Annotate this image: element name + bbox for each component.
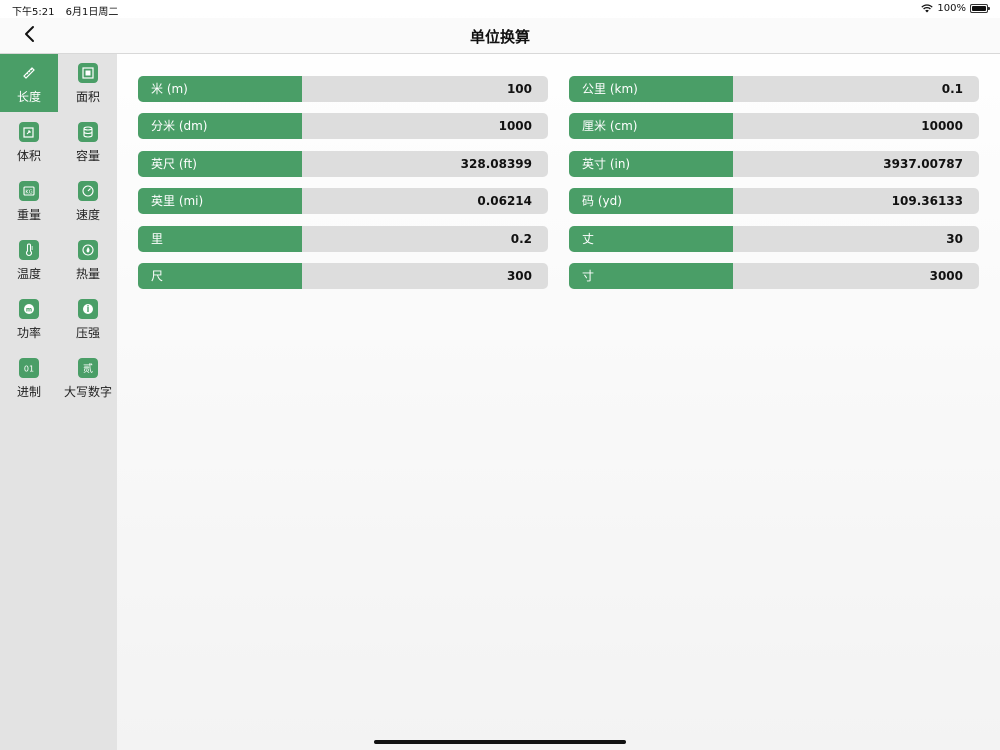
unit-value-field[interactable]: 0.06214 [302, 188, 548, 214]
status-right: 100% [921, 3, 990, 14]
unit-label: 英尺 (ft) [138, 151, 302, 177]
volume-icon [19, 122, 39, 142]
wifi-icon [921, 4, 934, 13]
page-title: 单位换算 [469, 28, 530, 46]
unit-value-field[interactable]: 300 [302, 263, 548, 289]
unit-row-chi[interactable]: 尺 300 [138, 263, 548, 289]
unit-row-meter[interactable]: 米 (m) 100 [138, 76, 548, 102]
unit-value-field[interactable]: 100 [302, 76, 548, 102]
unit-value-field[interactable]: 0.2 [302, 226, 548, 252]
ruler-icon [19, 63, 39, 83]
status-date: 6月1日周二 [65, 7, 119, 18]
unit-value-field[interactable]: 3937.00787 [733, 151, 979, 177]
unit-value-field[interactable]: 0.1 [733, 76, 979, 102]
battery-percent: 100% [937, 3, 966, 14]
sidebar-item-label: 大写数字 [63, 385, 112, 399]
unit-value-field[interactable]: 1000 [302, 113, 548, 139]
sidebar-item-base[interactable]: 01 进制 [0, 349, 58, 407]
sidebar-item-label: 速度 [75, 208, 100, 222]
svg-text:m: m [26, 307, 32, 314]
sidebar-item-label: 进制 [16, 385, 41, 399]
sidebar-item-label: 压强 [75, 326, 100, 340]
area-icon [78, 63, 98, 83]
sidebar-item-label: 容量 [75, 149, 100, 163]
unit-label: 英里 (mi) [138, 188, 302, 214]
status-left: 下午5:21 6月1日周二 [12, 3, 126, 18]
unit-label: 厘米 (cm) [569, 113, 733, 139]
sidebar-item-label: 功率 [16, 326, 41, 340]
unit-label: 寸 [569, 263, 733, 289]
sidebar-item-area[interactable]: 面积 [59, 54, 117, 112]
unit-label: 公里 (km) [569, 76, 733, 102]
svg-text:01: 01 [24, 365, 34, 374]
unit-row-zhang[interactable]: 丈 30 [569, 226, 979, 252]
sidebar-item-volume[interactable]: 体积 [0, 113, 58, 171]
weight-icon: KG [19, 181, 39, 201]
sidebar-item-pressure[interactable]: 压强 [59, 290, 117, 348]
unit-row-mile[interactable]: 英里 (mi) 0.06214 [138, 188, 548, 214]
sidebar-item-power[interactable]: m 功率 [0, 290, 58, 348]
sidebar-item-length[interactable]: 长度 [0, 54, 58, 112]
sidebar-item-label: 长度 [16, 90, 41, 104]
unit-value-field[interactable]: 328.08399 [302, 151, 548, 177]
sidebar-item-label: 面积 [75, 90, 100, 104]
sidebar-item-label: 体积 [16, 149, 41, 163]
svg-text:KG: KG [25, 190, 32, 196]
pressure-icon [78, 299, 98, 319]
unit-label: 尺 [138, 263, 302, 289]
capacity-icon [78, 122, 98, 142]
unit-value-field[interactable]: 10000 [733, 113, 979, 139]
status-time: 下午5:21 [12, 7, 55, 18]
svg-text:贰: 贰 [83, 362, 93, 375]
unit-row-cun[interactable]: 寸 3000 [569, 263, 979, 289]
sidebar-item-temperature[interactable]: 温度 [0, 231, 58, 289]
navigation-bar: 单位换算 [0, 18, 1000, 54]
unit-label: 分米 (dm) [138, 113, 302, 139]
chinese-numeral-icon: 贰 [78, 358, 98, 378]
power-icon: m [19, 299, 39, 319]
sidebar-item-weight[interactable]: KG 重量 [0, 172, 58, 230]
sidebar-item-label: 温度 [16, 267, 41, 281]
unit-label: 码 (yd) [569, 188, 733, 214]
unit-label: 里 [138, 226, 302, 252]
app-screen: 下午5:21 6月1日周二 100% 单位换算 长度 面积 体积 容量 KG 重… [0, 0, 1000, 750]
sidebar-item-speed[interactable]: 速度 [59, 172, 117, 230]
unit-label: 米 (m) [138, 76, 302, 102]
unit-row-li[interactable]: 里 0.2 [138, 226, 548, 252]
sidebar-item-label: 热量 [75, 267, 100, 281]
thermometer-icon [19, 240, 39, 260]
unit-label: 英寸 (in) [569, 151, 733, 177]
unit-label: 丈 [569, 226, 733, 252]
home-indicator[interactable] [374, 740, 626, 744]
binary-icon: 01 [19, 358, 39, 378]
sidebar-item-capacity[interactable]: 容量 [59, 113, 117, 171]
unit-row-kilometer[interactable]: 公里 (km) 0.1 [569, 76, 979, 102]
sidebar-item-label: 重量 [16, 208, 41, 222]
category-sidebar: 长度 面积 体积 容量 KG 重量 速度 温度 热量 m 功率 压强 01 进制… [0, 54, 117, 750]
unit-row-yard[interactable]: 码 (yd) 109.36133 [569, 188, 979, 214]
unit-row-inch[interactable]: 英寸 (in) 3937.00787 [569, 151, 979, 177]
unit-value-field[interactable]: 109.36133 [733, 188, 979, 214]
status-bar: 下午5:21 6月1日周二 100% [0, 0, 1000, 18]
unit-value-field[interactable]: 3000 [733, 263, 979, 289]
speedometer-icon [78, 181, 98, 201]
sidebar-item-heat[interactable]: 热量 [59, 231, 117, 289]
unit-row-centimeter[interactable]: 厘米 (cm) 10000 [569, 113, 979, 139]
unit-row-foot[interactable]: 英尺 (ft) 328.08399 [138, 151, 548, 177]
battery-icon [970, 4, 990, 13]
unit-value-field[interactable]: 30 [733, 226, 979, 252]
sidebar-item-chinese-numerals[interactable]: 贰 大写数字 [59, 349, 117, 407]
unit-row-decimeter[interactable]: 分米 (dm) 1000 [138, 113, 548, 139]
heat-icon [78, 240, 98, 260]
